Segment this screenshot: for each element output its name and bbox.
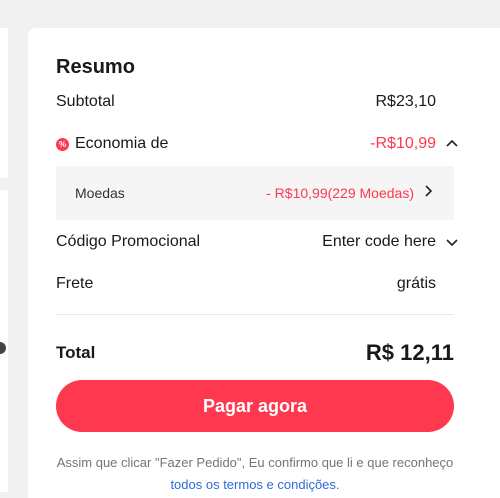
left-column-edge <box>0 0 8 492</box>
subtotal-value: R$23,10 <box>375 93 437 110</box>
terms-notice: Assim que clicar "Fazer Pedido", Eu conf… <box>56 452 454 496</box>
coins-label: Moedas <box>75 185 125 201</box>
subtotal-label: Subtotal <box>56 93 115 110</box>
promo-label: Código Promocional <box>56 233 201 250</box>
discount-badge-icon: % <box>56 137 69 151</box>
terms-link[interactable]: todos os termos e condições <box>170 477 335 492</box>
subtotal-row: Subtotal R$23,10 <box>56 90 436 114</box>
shipping-row: Frete grátis <box>56 272 436 296</box>
savings-value: -R$10,99 <box>370 135 436 152</box>
savings-label: Economia de <box>75 135 169 152</box>
order-summary-card: Resumo Subtotal R$23,10 % Economia de -R… <box>28 28 500 498</box>
coins-value: - R$10,99(229 Moedas) <box>266 185 414 201</box>
total-label: Total <box>56 343 96 362</box>
terms-end: . <box>335 477 340 492</box>
summary-title: Resumo <box>56 56 135 78</box>
divider <box>56 314 454 315</box>
chevron-up-icon[interactable] <box>444 136 460 152</box>
left-card-edge <box>0 28 8 178</box>
chevron-right-icon[interactable] <box>420 183 436 199</box>
promo-code-row[interactable]: Código Promocional Enter code here <box>56 230 460 254</box>
shipping-value: grátis <box>396 275 436 292</box>
pay-now-button[interactable]: Pagar agora <box>56 380 454 432</box>
terms-text: Assim que clicar "Fazer Pedido", Eu conf… <box>56 455 454 470</box>
total-value: R$ 12,11 <box>365 340 454 365</box>
shipping-label: Frete <box>56 275 94 292</box>
total-row: Total R$ 12,11 <box>56 338 454 368</box>
left-card-edge <box>0 190 8 492</box>
chevron-down-icon[interactable] <box>444 234 460 250</box>
savings-row[interactable]: % Economia de -R$10,99 <box>56 132 460 156</box>
coins-discount-row[interactable]: Moedas - R$10,99(229 Moedas) <box>56 166 454 220</box>
promo-code-input[interactable]: Enter code here <box>322 233 436 251</box>
